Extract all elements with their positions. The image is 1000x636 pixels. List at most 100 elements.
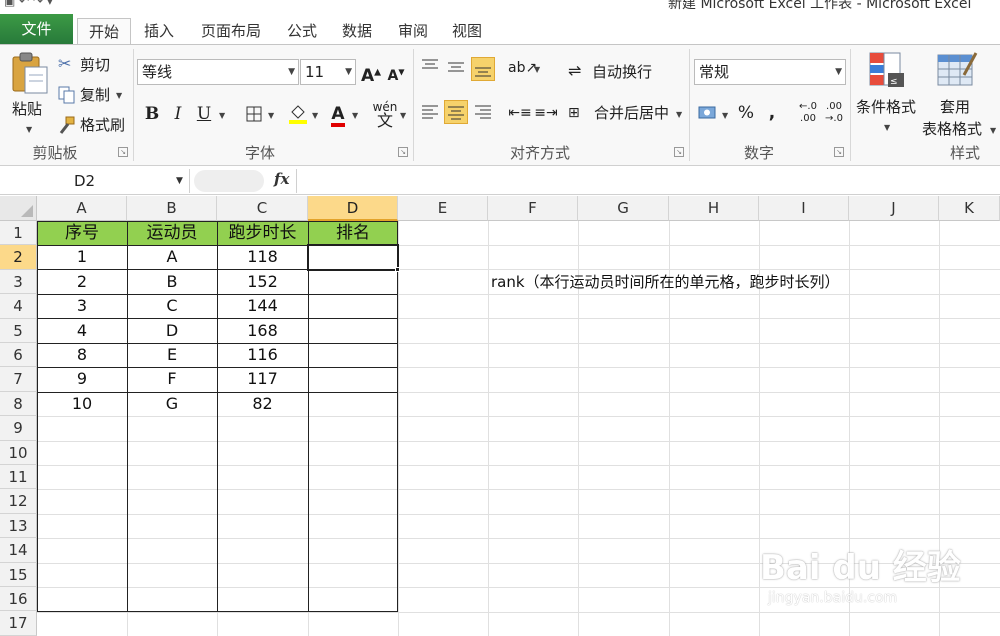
dialog-launcher-icon[interactable]: ↘ xyxy=(674,147,684,157)
phonetic-button[interactable]: wén 文 xyxy=(372,100,398,129)
column-header-h[interactable]: H xyxy=(669,196,759,221)
column-header-g[interactable]: G xyxy=(578,196,669,221)
column-header-e[interactable]: E xyxy=(398,196,488,221)
cell-b7[interactable]: F xyxy=(127,367,217,391)
cell-a4[interactable]: 3 xyxy=(37,294,127,318)
tab-review[interactable]: 审阅 xyxy=(390,18,436,45)
dialog-launcher-icon[interactable]: ↘ xyxy=(834,147,844,157)
quick-access-toolbar[interactable]: ▣ ↶ ↷ ▾ xyxy=(4,0,53,8)
format-painter-button[interactable]: 格式刷 xyxy=(56,113,132,137)
insert-function-icon[interactable]: fx xyxy=(274,170,289,188)
cell-c5[interactable]: 168 xyxy=(217,319,308,343)
cell-d8[interactable] xyxy=(308,392,398,416)
chevron-down-icon[interactable]: ▼ xyxy=(176,169,183,193)
shrink-font-button[interactable]: A▼ xyxy=(384,60,408,84)
column-header-b[interactable]: B xyxy=(127,196,217,221)
row-header-15[interactable]: 15 xyxy=(0,562,37,587)
cell-b1[interactable]: 运动员 xyxy=(127,221,217,245)
cell-c2[interactable]: 118 xyxy=(217,245,308,269)
cell-a7[interactable]: 9 xyxy=(37,367,127,391)
dialog-launcher-icon[interactable]: ↘ xyxy=(118,147,128,157)
cell-d7[interactable] xyxy=(308,367,398,391)
cell-a1[interactable]: 序号 xyxy=(37,221,127,245)
row-header-6[interactable]: 6 xyxy=(0,343,37,368)
orientation-button[interactable]: ab↗ xyxy=(508,55,537,79)
decrease-decimal-button[interactable]: .00 →.0 xyxy=(822,101,846,125)
grow-font-button[interactable]: A▲ xyxy=(359,60,383,86)
align-top-button[interactable] xyxy=(418,55,442,79)
cell-a3[interactable]: 2 xyxy=(37,270,127,294)
row-header-12[interactable]: 12 xyxy=(0,489,37,514)
cell-c7[interactable]: 117 xyxy=(217,367,308,391)
cell-b8[interactable]: G xyxy=(127,392,217,416)
cell-b5[interactable]: D xyxy=(127,319,217,343)
tab-insert[interactable]: 插入 xyxy=(136,18,182,45)
cell-d3[interactable] xyxy=(308,270,398,294)
conditional-format-button[interactable]: ≤ 条件格式 ▼ xyxy=(854,49,924,139)
percent-button[interactable]: % xyxy=(734,101,758,125)
align-left-button[interactable] xyxy=(418,100,442,124)
row-header-11[interactable]: 11 xyxy=(0,465,37,490)
align-right-button[interactable] xyxy=(471,100,495,124)
row-header-17[interactable]: 17 xyxy=(0,611,37,636)
row-header-16[interactable]: 16 xyxy=(0,587,37,612)
copy-button[interactable]: 复制 ▼ xyxy=(56,83,126,107)
cell-a2[interactable]: 1 xyxy=(37,245,127,269)
row-header-9[interactable]: 9 xyxy=(0,416,37,441)
chevron-down-icon[interactable]: ▼ xyxy=(219,111,225,120)
row-header-5[interactable]: 5 xyxy=(0,318,37,343)
row-header-3[interactable]: 3 xyxy=(0,269,37,295)
row-header-1[interactable]: 1 xyxy=(0,221,37,246)
cell-d5[interactable] xyxy=(308,319,398,343)
tab-home[interactable]: 开始 xyxy=(77,18,131,45)
cell-c1[interactable]: 跑步时长 xyxy=(217,221,308,245)
tab-page-layout[interactable]: 页面布局 xyxy=(192,18,270,45)
column-header-a[interactable]: A xyxy=(37,196,127,221)
column-header-f[interactable]: F xyxy=(488,196,578,221)
cell-b4[interactable]: C xyxy=(127,294,217,318)
cell-d6[interactable] xyxy=(308,343,398,367)
tab-formulas[interactable]: 公式 xyxy=(280,18,324,45)
cell-b3[interactable]: B xyxy=(127,270,217,294)
align-center-button[interactable] xyxy=(444,100,468,124)
row-header-8[interactable]: 8 xyxy=(0,391,37,417)
row-header-13[interactable]: 13 xyxy=(0,513,37,539)
cell-d1[interactable]: 排名 xyxy=(308,221,398,245)
format-as-table-button[interactable]: 套用 表格格式 ▼ xyxy=(920,49,1000,139)
chevron-down-icon[interactable]: ▼ xyxy=(352,111,358,120)
formula-bar-splitter[interactable] xyxy=(194,170,264,192)
increase-decimal-button[interactable]: ←.0.00 xyxy=(796,101,820,125)
paste-button[interactable]: 粘贴 ▼ xyxy=(6,51,52,137)
accounting-format-button[interactable] xyxy=(696,101,720,125)
name-box[interactable]: D2 ▼ xyxy=(0,169,190,193)
cell-c3[interactable]: 152 xyxy=(217,270,308,294)
tab-view[interactable]: 视图 xyxy=(444,18,490,45)
column-header-c[interactable]: C xyxy=(217,196,308,221)
chevron-down-icon[interactable]: ▼ xyxy=(400,111,406,120)
column-header-d[interactable]: D xyxy=(308,196,398,221)
increase-indent-button[interactable]: ≡⇥ xyxy=(534,100,558,124)
cell-d4[interactable] xyxy=(308,294,398,318)
align-middle-button[interactable] xyxy=(444,55,468,79)
font-size-select[interactable]: 11 ▼ xyxy=(300,59,356,85)
italic-button[interactable]: I xyxy=(166,102,190,126)
fill-color-button[interactable] xyxy=(286,102,310,126)
row-header-2[interactable]: 2 xyxy=(0,245,37,270)
font-color-button[interactable]: A xyxy=(326,102,350,127)
cell-b2[interactable]: A xyxy=(127,245,217,269)
column-header-j[interactable]: J xyxy=(849,196,939,221)
merge-center-button[interactable]: ⊞ 合并后居中 ▼ xyxy=(568,103,688,127)
cell-c6[interactable]: 116 xyxy=(217,343,308,367)
chevron-down-icon[interactable]: ▼ xyxy=(722,111,728,120)
chevron-down-icon[interactable]: ▼ xyxy=(312,111,318,120)
row-header-14[interactable]: 14 xyxy=(0,538,37,563)
cell-a5[interactable]: 4 xyxy=(37,319,127,343)
dialog-launcher-icon[interactable]: ↘ xyxy=(398,147,408,157)
cell-c4[interactable]: 144 xyxy=(217,294,308,318)
row-header-4[interactable]: 4 xyxy=(0,294,37,319)
cell-b6[interactable]: E xyxy=(127,343,217,367)
font-name-select[interactable]: 等线 ▼ xyxy=(137,59,299,85)
comma-button[interactable]: , xyxy=(760,101,784,125)
tab-data[interactable]: 数据 xyxy=(334,18,380,45)
row-header-10[interactable]: 10 xyxy=(0,440,37,465)
